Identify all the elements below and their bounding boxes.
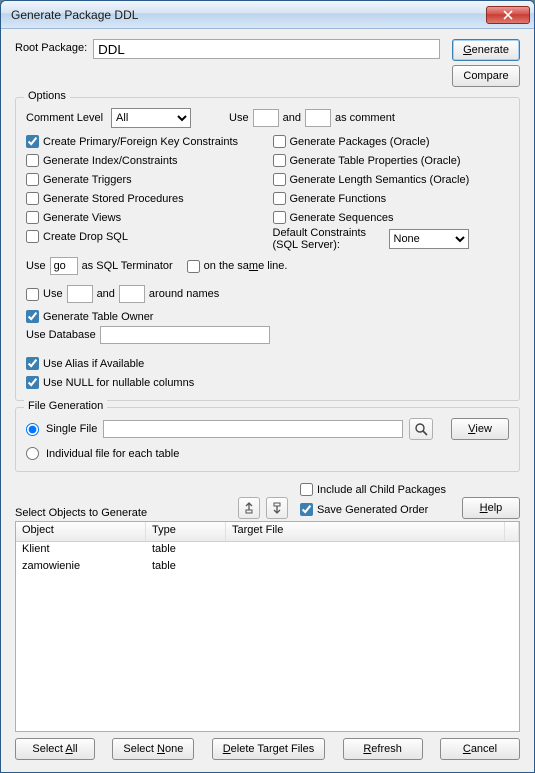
terminator-input[interactable] xyxy=(50,257,78,275)
table-row[interactable]: Klient table xyxy=(16,542,519,559)
default-constraints-label: Default Constraints (SQL Server): xyxy=(273,227,383,251)
dialog-window: Generate Package DDL Root Package: Gener… xyxy=(0,0,535,773)
term-suffix-label: as SQL Terminator xyxy=(82,260,173,272)
around-use-label: Use xyxy=(43,288,63,300)
browse-file-button[interactable] xyxy=(409,418,433,440)
chk-create-drop[interactable] xyxy=(26,230,39,243)
search-icon xyxy=(414,422,428,436)
comment-level-combo[interactable]: All xyxy=(111,108,191,128)
titlebar[interactable]: Generate Package DDL xyxy=(1,1,534,29)
same-line-label: on the same line. xyxy=(204,260,288,272)
comment-prefix-input[interactable] xyxy=(253,109,279,127)
grid-header[interactable]: Object Type Target File xyxy=(16,522,519,542)
move-down-button[interactable] xyxy=(266,497,288,519)
options-group: Options Comment Level All Use and as com… xyxy=(15,97,520,401)
close-icon xyxy=(503,10,513,20)
chk-use-alias[interactable] xyxy=(26,357,39,370)
single-file-path-input[interactable] xyxy=(103,420,403,438)
chk-gen-table-props[interactable] xyxy=(273,154,286,167)
grid-body[interactable]: Klient table zamowienie table xyxy=(16,542,519,731)
use-label: Use xyxy=(229,112,249,124)
options-left-col: Create Primary/Foreign Key Constraints G… xyxy=(26,132,263,251)
file-generation-title: File Generation xyxy=(24,400,107,412)
close-button[interactable] xyxy=(486,6,530,24)
radio-individual-file[interactable] xyxy=(26,447,39,460)
chk-gen-table-owner[interactable] xyxy=(26,310,39,323)
chk-gen-length[interactable] xyxy=(273,173,286,186)
around-suffix-label: around names xyxy=(149,288,219,300)
cancel-button[interactable]: Cancel xyxy=(440,738,520,760)
chk-around-names[interactable] xyxy=(26,288,39,301)
default-constraints-combo[interactable]: None xyxy=(389,229,469,249)
select-all-button[interactable]: Select All xyxy=(15,738,95,760)
radio-single-file[interactable] xyxy=(26,423,39,436)
use-database-label: Use Database xyxy=(26,329,96,341)
dialog-content: Root Package: Generate Compare Options C… xyxy=(1,29,534,772)
and-label: and xyxy=(283,112,301,124)
chk-gen-functions[interactable] xyxy=(273,192,286,205)
around-left-input[interactable] xyxy=(67,285,93,303)
chk-null-cols[interactable] xyxy=(26,376,39,389)
around-right-input[interactable] xyxy=(119,285,145,303)
chk-gen-sequences[interactable] xyxy=(273,211,286,224)
help-button[interactable]: Help xyxy=(462,497,520,519)
file-generation-group: File Generation Single File View Individ… xyxy=(15,407,520,472)
generate-button[interactable]: Generate xyxy=(452,39,520,61)
use-database-input[interactable] xyxy=(100,326,270,344)
as-comment-label: as comment xyxy=(335,112,395,124)
chk-save-order[interactable] xyxy=(300,503,313,516)
col-header-type[interactable]: Type xyxy=(146,522,226,541)
generate-button-label: Generate xyxy=(463,44,509,56)
bottom-button-bar: Select All Select None Delete Target Fil… xyxy=(15,732,520,762)
chk-gen-triggers[interactable] xyxy=(26,173,39,186)
root-package-label: Root Package: xyxy=(15,39,87,54)
table-row[interactable]: zamowienie table xyxy=(16,559,519,576)
compare-button[interactable]: Compare xyxy=(452,65,520,87)
col-header-spacer xyxy=(505,522,519,541)
chk-create-pk-fk[interactable] xyxy=(26,135,39,148)
chk-include-child[interactable] xyxy=(300,483,313,496)
chk-gen-packages[interactable] xyxy=(273,135,286,148)
comment-suffix-input[interactable] xyxy=(305,109,331,127)
select-none-button[interactable]: Select None xyxy=(112,738,194,760)
col-header-target[interactable]: Target File xyxy=(226,522,505,541)
chk-same-line[interactable] xyxy=(187,260,200,273)
options-title: Options xyxy=(24,90,70,102)
view-button[interactable]: View xyxy=(451,418,509,440)
comment-level-label: Comment Level xyxy=(26,112,103,124)
chk-gen-index[interactable] xyxy=(26,154,39,167)
window-title: Generate Package DDL xyxy=(11,8,486,22)
hand-down-icon xyxy=(270,501,284,515)
move-up-button[interactable] xyxy=(238,497,260,519)
col-header-object[interactable]: Object xyxy=(16,522,146,541)
chk-gen-views[interactable] xyxy=(26,211,39,224)
delete-target-button[interactable]: Delete Target Files xyxy=(212,738,326,760)
around-and-label: and xyxy=(97,288,115,300)
refresh-button[interactable]: Refresh xyxy=(343,738,423,760)
root-package-input[interactable] xyxy=(93,39,440,59)
term-use-label: Use xyxy=(26,260,46,272)
hand-up-icon xyxy=(242,501,256,515)
select-objects-label: Select Objects to Generate xyxy=(15,507,232,519)
options-right-col: Generate Packages (Oracle) Generate Tabl… xyxy=(273,132,510,251)
chk-gen-sp[interactable] xyxy=(26,192,39,205)
objects-grid[interactable]: Object Type Target File Klient table zam… xyxy=(15,521,520,732)
